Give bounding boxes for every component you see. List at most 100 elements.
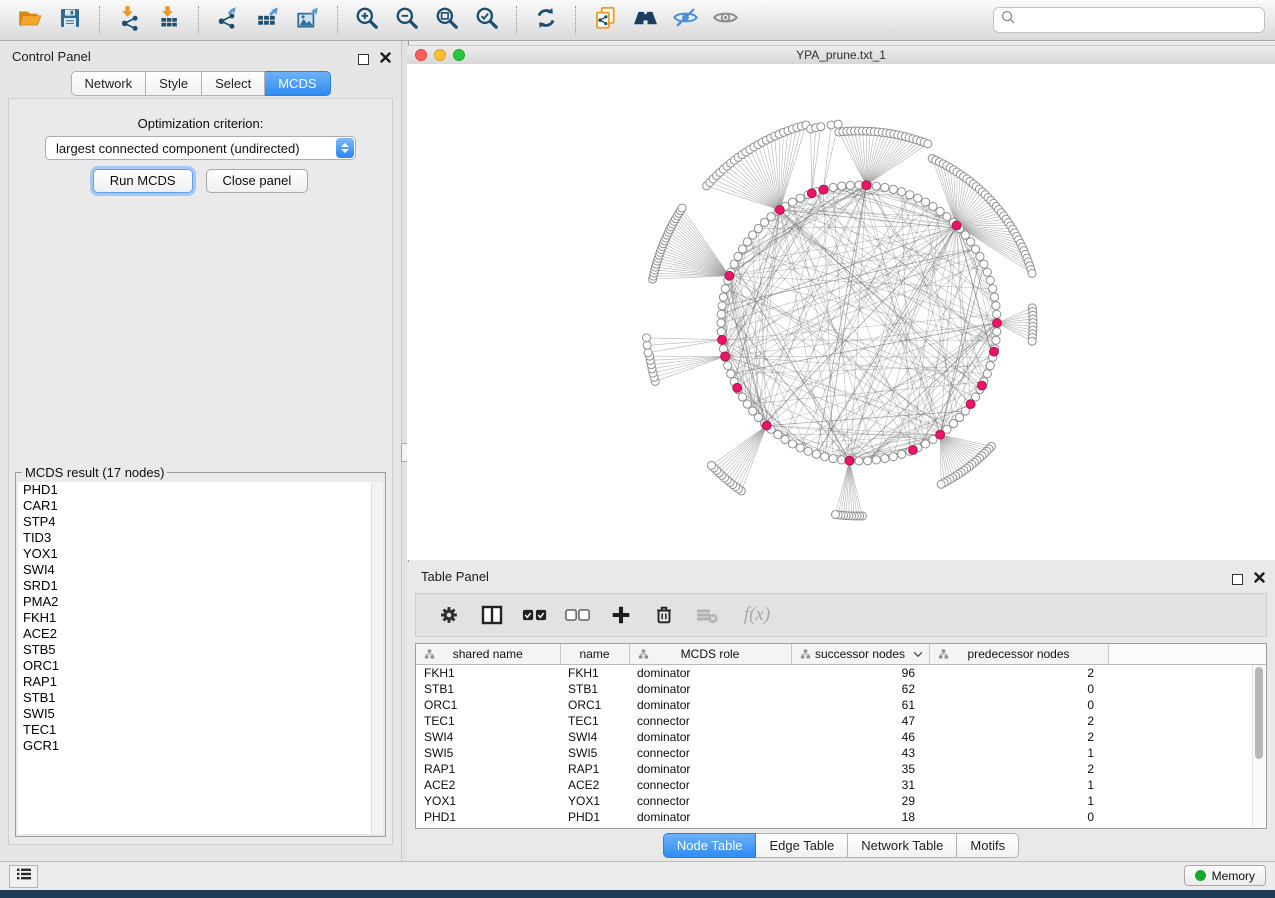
network-node[interactable] xyxy=(727,370,735,378)
mcds-result-item[interactable]: TID3 xyxy=(18,530,383,546)
network-node[interactable] xyxy=(881,183,889,191)
network-node[interactable] xyxy=(834,120,842,128)
tab-style[interactable]: Style xyxy=(146,71,202,96)
memory-button[interactable]: Memory xyxy=(1184,865,1266,886)
network-node[interactable] xyxy=(788,440,796,448)
network-graph[interactable] xyxy=(407,64,1275,560)
table-cell[interactable]: dominator xyxy=(629,761,791,777)
network-node[interactable] xyxy=(937,480,945,488)
table-row[interactable]: FKH1FKH1dominator962 xyxy=(416,665,1266,682)
save-session-button[interactable] xyxy=(53,3,87,37)
table-row[interactable]: YOX1YOX1connector291 xyxy=(416,793,1266,809)
network-node[interactable] xyxy=(1028,269,1036,277)
network-node[interactable] xyxy=(718,302,726,310)
network-node[interactable] xyxy=(864,457,872,465)
column-header-predecessor-nodes[interactable]: predecessor nodes xyxy=(929,644,1108,665)
tab-network[interactable]: Network xyxy=(70,71,146,96)
network-hub-node[interactable] xyxy=(733,383,742,392)
table-cell[interactable]: SWI4 xyxy=(560,729,629,745)
mcds-result-item[interactable]: GCR1 xyxy=(18,738,383,754)
mcds-result-item[interactable]: SWI4 xyxy=(18,562,383,578)
table-cell[interactable]: 18 xyxy=(791,809,929,825)
mcds-result-item[interactable]: PHD1 xyxy=(18,482,383,498)
table-cell[interactable]: ORC1 xyxy=(560,697,629,713)
table-tab-node-table[interactable]: Node Table xyxy=(663,833,757,858)
table-cell[interactable]: FKH1 xyxy=(560,665,629,682)
network-node[interactable] xyxy=(717,319,725,327)
table-cell[interactable]: 96 xyxy=(791,665,929,682)
network-node[interactable] xyxy=(1028,337,1036,345)
show-all-button[interactable] xyxy=(708,3,742,37)
close-panel-button[interactable]: Close panel xyxy=(206,169,309,193)
network-node[interactable] xyxy=(855,457,863,465)
network-hub-node[interactable] xyxy=(909,446,918,455)
network-node[interactable] xyxy=(872,182,880,190)
table-cell[interactable]: dominator xyxy=(629,697,791,713)
export-network-button[interactable] xyxy=(211,3,245,37)
table-row[interactable]: PHD1PHD1dominator180 xyxy=(416,809,1266,825)
network-node[interactable] xyxy=(993,310,1001,318)
table-cell[interactable]: connector xyxy=(629,745,791,761)
mcds-result-item[interactable]: STB5 xyxy=(18,642,383,658)
refresh-layout-button[interactable] xyxy=(529,3,563,37)
import-table-button[interactable] xyxy=(152,3,186,37)
network-hub-node[interactable] xyxy=(993,319,1002,328)
table-cell[interactable]: 29 xyxy=(791,793,929,809)
table-row[interactable]: RAP1RAP1dominator352 xyxy=(416,761,1266,777)
network-hub-node[interactable] xyxy=(936,430,945,439)
table-cell[interactable]: YOX1 xyxy=(416,793,560,809)
table-tab-motifs[interactable]: Motifs xyxy=(957,833,1019,858)
network-node[interactable] xyxy=(980,260,988,268)
table-row[interactable]: STB1STB1dominator620 xyxy=(416,681,1266,697)
hide-selected-button[interactable] xyxy=(668,3,702,37)
network-hub-node[interactable] xyxy=(978,381,987,390)
network-hub-node[interactable] xyxy=(819,185,828,194)
network-node[interactable] xyxy=(719,293,727,301)
table-cell[interactable]: PHD1 xyxy=(560,809,629,825)
column-header-successor-nodes[interactable]: successor nodes xyxy=(791,644,929,665)
table-cell[interactable]: STB1 xyxy=(416,681,560,697)
network-node[interactable] xyxy=(955,413,963,421)
zoom-in-button[interactable] xyxy=(350,3,384,37)
network-hub-node[interactable] xyxy=(862,181,871,190)
deselect-all-icon[interactable] xyxy=(565,602,591,628)
network-node[interactable] xyxy=(717,310,725,318)
column-header-shared-name[interactable]: shared name xyxy=(416,644,560,665)
mcds-result-item[interactable]: STP4 xyxy=(18,514,383,530)
network-node[interactable] xyxy=(721,285,729,293)
task-history-button[interactable] xyxy=(9,865,38,888)
table-cell[interactable]: 2 xyxy=(929,761,1108,777)
network-node[interactable] xyxy=(992,336,1000,344)
network-hub-node[interactable] xyxy=(845,456,854,465)
mcds-result-item[interactable]: YOX1 xyxy=(18,546,383,562)
network-node[interactable] xyxy=(846,181,854,189)
column-header-MCDS-role[interactable]: MCDS role xyxy=(629,644,791,665)
table-tab-network-table[interactable]: Network Table xyxy=(848,833,957,858)
network-hub-node[interactable] xyxy=(952,221,961,230)
import-network-button[interactable] xyxy=(112,3,146,37)
table-cell[interactable]: connector xyxy=(629,793,791,809)
network-node[interactable] xyxy=(754,413,762,421)
table-cell[interactable]: 43 xyxy=(791,745,929,761)
mcds-result-item[interactable]: TEC1 xyxy=(18,722,383,738)
export-table-button[interactable] xyxy=(251,3,285,37)
window-zoom-icon[interactable] xyxy=(453,49,465,61)
criterion-dropdown[interactable]: largest connected component (undirected) xyxy=(45,136,356,160)
float-panel-icon[interactable] xyxy=(358,54,369,65)
delete-column-icon[interactable] xyxy=(651,602,677,628)
network-node[interactable] xyxy=(788,198,796,206)
network-hub-node[interactable] xyxy=(762,421,771,430)
mcds-result-item[interactable]: ACE2 xyxy=(18,626,383,642)
table-cell[interactable]: 0 xyxy=(929,697,1108,713)
table-cell[interactable]: PHD1 xyxy=(416,809,560,825)
network-node[interactable] xyxy=(872,456,880,464)
network-node[interactable] xyxy=(976,252,984,260)
network-node[interactable] xyxy=(889,185,897,193)
table-cell[interactable]: 0 xyxy=(929,809,1108,825)
open-session-button[interactable] xyxy=(13,3,47,37)
network-node[interactable] xyxy=(774,431,782,439)
network-node[interactable] xyxy=(738,393,746,401)
table-row[interactable]: ORC1ORC1dominator610 xyxy=(416,697,1266,713)
network-hub-node[interactable] xyxy=(718,335,727,344)
window-minimize-icon[interactable] xyxy=(434,49,446,61)
